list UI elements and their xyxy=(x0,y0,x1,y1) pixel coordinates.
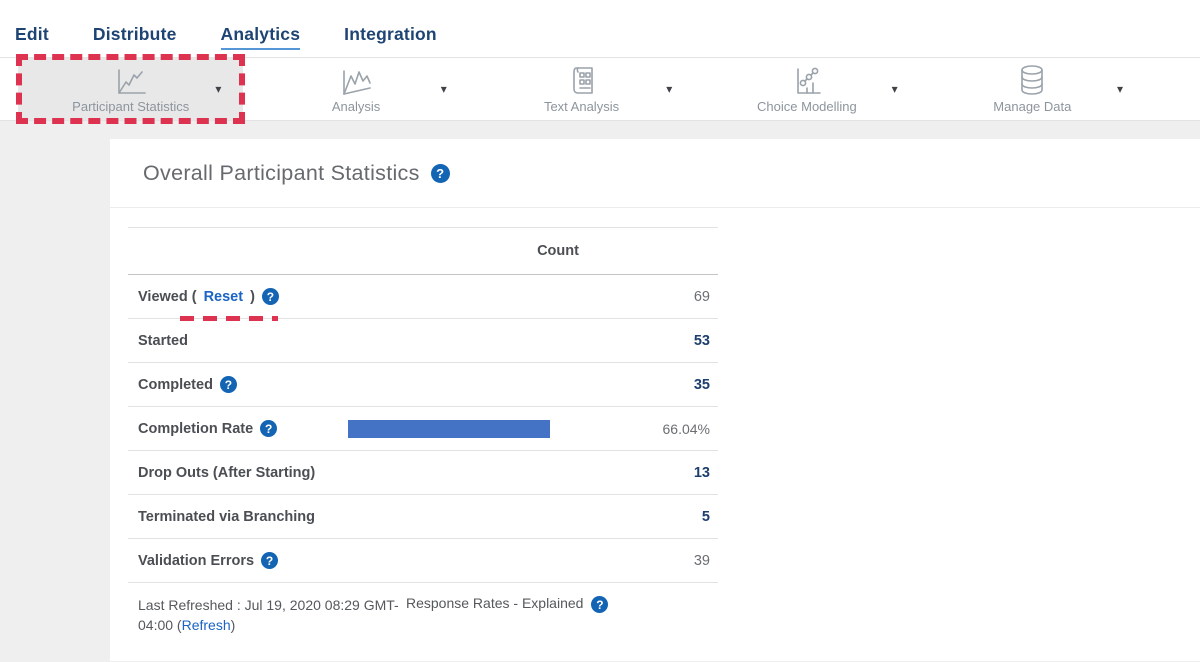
help-icon[interactable]: ? xyxy=(591,596,608,613)
chevron-down-icon[interactable]: ▾ xyxy=(666,83,672,95)
help-icon[interactable]: ? xyxy=(261,552,278,569)
table-header-row: Count xyxy=(128,227,718,275)
row-label: Completed xyxy=(138,377,213,393)
scatter-trend-icon xyxy=(791,64,823,96)
last-refreshed-text: Last Refreshed : Jul 19, 2020 08:29 GMT-… xyxy=(138,595,406,635)
nav-item-analytics[interactable]: Analytics xyxy=(221,24,301,50)
table-row-started: Started 53 xyxy=(128,319,718,363)
chevron-down-icon[interactable]: ▾ xyxy=(1117,83,1123,95)
reset-link[interactable]: Reset xyxy=(204,289,244,305)
analytics-toolbar: Participant Statistics ▾ Analysis ▾ xyxy=(0,57,1200,121)
chevron-down-icon[interactable]: ▾ xyxy=(215,83,221,95)
nav-item-edit[interactable]: Edit xyxy=(15,24,49,50)
completion-rate-percent: 66.04% xyxy=(663,421,710,437)
toolbar-item-analysis[interactable]: Analysis ▾ xyxy=(243,58,468,120)
row-value: 5 xyxy=(406,509,710,525)
row-label: Drop Outs (After Starting) xyxy=(138,465,315,481)
page-title: Overall Participant Statistics xyxy=(143,161,420,186)
table-row-completion-rate: Completion Rate ? 66.04% xyxy=(128,407,718,451)
row-value: 53 xyxy=(406,333,710,349)
refresh-link[interactable]: Refresh xyxy=(182,617,231,633)
row-label: Started xyxy=(138,333,188,349)
document-grid-icon xyxy=(568,64,596,96)
row-label: Completion Rate xyxy=(138,421,253,437)
row-value: 39 xyxy=(406,553,710,569)
row-value: 35 xyxy=(406,377,710,393)
toolbar-item-label: Choice Modelling xyxy=(757,99,857,114)
line-chart-icon xyxy=(114,64,148,96)
help-icon[interactable]: ? xyxy=(262,288,279,305)
table-row-completed: Completed ? 35 xyxy=(128,363,718,407)
row-value: 69 xyxy=(406,289,710,305)
toolbar-item-choice-modelling[interactable]: Choice Modelling ▾ xyxy=(694,58,919,120)
toolbar-item-label: Manage Data xyxy=(993,99,1071,114)
participant-stats-table: Count Viewed ( Reset ) ? 69 Started 53 C… xyxy=(128,227,718,583)
completion-rate-bar-fill xyxy=(348,420,551,438)
row-label: Terminated via Branching xyxy=(138,509,315,525)
chevron-down-icon[interactable]: ▾ xyxy=(892,83,898,95)
toolbar-item-label: Analysis xyxy=(332,99,380,114)
content-card: Overall Participant Statistics ? Count V… xyxy=(110,139,1200,661)
help-icon[interactable]: ? xyxy=(260,420,277,437)
row-value: 13 xyxy=(406,465,710,481)
toolbar-item-label: Participant Statistics xyxy=(72,99,189,114)
nav-item-distribute[interactable]: Distribute xyxy=(93,24,177,50)
table-row-terminated: Terminated via Branching 5 xyxy=(128,495,718,539)
page-header: Overall Participant Statistics ? xyxy=(110,139,1200,208)
row-label: Viewed ( xyxy=(138,289,197,305)
toolbar-item-participant-statistics[interactable]: Participant Statistics ▾ xyxy=(18,58,243,120)
toolbar-item-label: Text Analysis xyxy=(544,99,619,114)
toolbar-item-text-analysis[interactable]: Text Analysis ▾ xyxy=(469,58,694,120)
zigzag-chart-icon xyxy=(339,64,373,96)
count-column-header: Count xyxy=(406,243,710,259)
row-label-suffix: ) xyxy=(250,289,255,305)
toolbar-item-manage-data[interactable]: Manage Data ▾ xyxy=(920,58,1145,120)
help-icon[interactable]: ? xyxy=(220,376,237,393)
table-row-drop-outs: Drop Outs (After Starting) 13 xyxy=(128,451,718,495)
table-footer: Last Refreshed : Jul 19, 2020 08:29 GMT-… xyxy=(138,595,718,635)
table-row-validation-errors: Validation Errors ? 39 xyxy=(128,539,718,583)
chevron-down-icon[interactable]: ▾ xyxy=(441,83,447,95)
top-navigation: Edit Distribute Analytics Integration xyxy=(0,0,1200,57)
nav-item-integration[interactable]: Integration xyxy=(344,24,437,50)
row-label: Validation Errors xyxy=(138,553,254,569)
table-row-viewed: Viewed ( Reset ) ? 69 xyxy=(128,275,718,319)
database-icon xyxy=(1017,64,1047,96)
response-rates-label: Response Rates - Explained xyxy=(406,595,583,611)
help-icon[interactable]: ? xyxy=(431,164,450,183)
completion-rate-bar-track xyxy=(348,420,655,438)
